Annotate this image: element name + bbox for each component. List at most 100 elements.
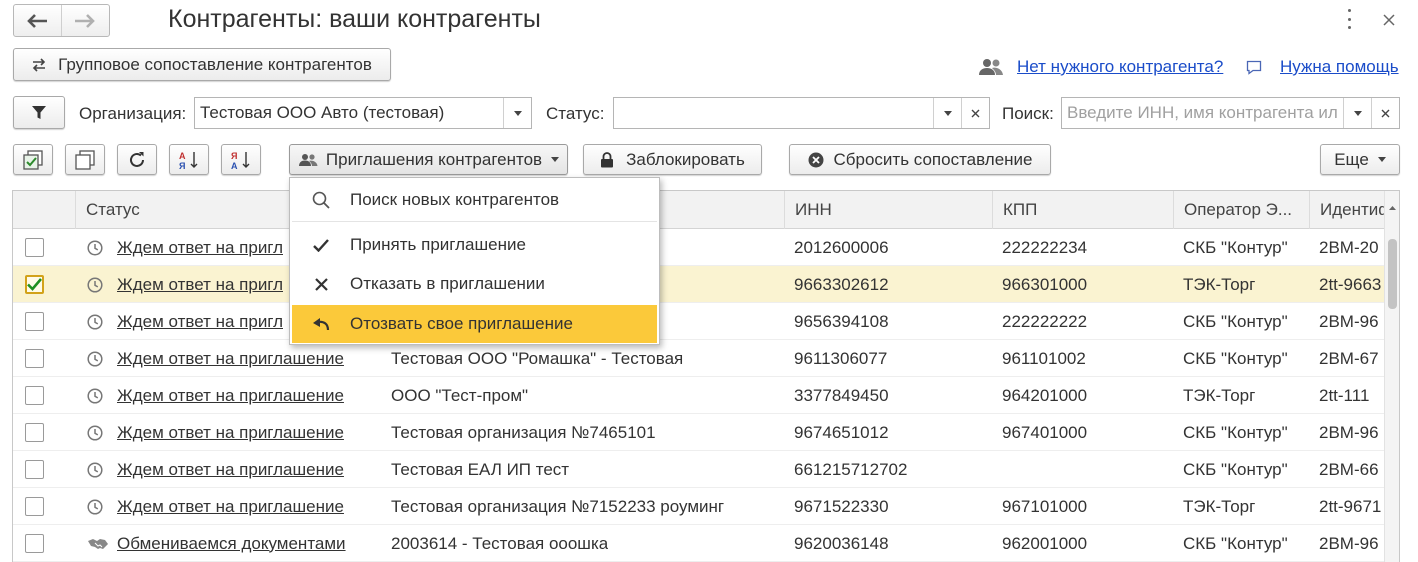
- status-link[interactable]: Ждем ответ на пригл: [117, 229, 283, 266]
- scrollbar-thumb[interactable]: [1388, 239, 1397, 309]
- chevron-down-icon: [943, 110, 952, 116]
- check-all-button[interactable]: [13, 144, 53, 175]
- row-checkbox[interactable]: [25, 238, 44, 257]
- org-select[interactable]: Тестовая ООО Авто (тестовая): [194, 97, 532, 129]
- arrow-left-icon: [27, 13, 48, 28]
- column-header-kpp[interactable]: КПП: [992, 191, 1173, 229]
- org-value: Тестовая ООО Авто (тестовая): [200, 103, 445, 122]
- table-row[interactable]: Ждем ответ на приглашение ООО "Тест-пром"…: [13, 377, 1385, 414]
- row-checkbox-cell: [25, 414, 44, 451]
- row-checkbox[interactable]: [25, 275, 44, 294]
- svg-text:A: A: [231, 161, 238, 170]
- menu-item-accept[interactable]: Принять приглашение: [292, 226, 657, 264]
- table-row[interactable]: Ждем ответ на пригл 9656394108 222222222 СК…: [13, 303, 1385, 340]
- menu-item-decline[interactable]: Отказать в приглашении: [292, 265, 657, 303]
- status-link[interactable]: Ждем ответ на приглашение: [117, 340, 344, 377]
- chevron-down-icon: [1377, 157, 1386, 162]
- reset-match-button[interactable]: Сбросить сопоставление: [789, 144, 1051, 175]
- table-row[interactable]: Ждем ответ на приглфилиал201260000622222…: [13, 229, 1385, 266]
- filter-button[interactable]: [13, 96, 65, 129]
- more-button[interactable]: Еще: [1320, 144, 1400, 175]
- status-link[interactable]: Ждем ответ на приглашение: [117, 414, 344, 451]
- clock-icon: [87, 414, 103, 451]
- menu-item-search-new[interactable]: Поиск новых контрагентов: [292, 181, 657, 219]
- svg-text:Я: Я: [179, 161, 185, 170]
- status-link[interactable]: Обмениваемся документами: [117, 525, 346, 562]
- sort-asc-button[interactable]: AЯ: [169, 144, 209, 175]
- column-header-inn[interactable]: ИНН: [784, 191, 992, 229]
- table-row[interactable]: Ждем ответ на приглашение Тестовая ООО "Р…: [13, 340, 1385, 377]
- vertical-scrollbar[interactable]: [1384, 191, 1399, 562]
- no-counterparty-link[interactable]: Нет нужного контрагента?: [1017, 57, 1223, 77]
- counterparty-name: Тестовая организация №7152233 роуминг: [391, 496, 725, 516]
- checkmark-icon: [27, 278, 42, 291]
- row-checkbox[interactable]: [25, 423, 44, 442]
- row-checkbox[interactable]: [25, 312, 44, 331]
- org-dropdown-button[interactable]: [503, 98, 531, 128]
- cell-operator: ТЭК-Торг: [1183, 385, 1256, 405]
- row-checkbox[interactable]: [25, 349, 44, 368]
- row-checkbox[interactable]: [25, 386, 44, 405]
- cell-inn: 9671522330: [794, 496, 889, 516]
- cell-operator: ТЭК-Торг: [1183, 496, 1256, 516]
- search-clear-button[interactable]: [1371, 98, 1399, 128]
- cell-inn: 661215712702: [794, 459, 908, 479]
- back-button[interactable]: [14, 5, 62, 36]
- forward-button[interactable]: [62, 5, 110, 36]
- check-all-icon: [23, 149, 43, 170]
- cell-inn: 2012600006: [794, 237, 889, 257]
- invitations-button[interactable]: Приглашения контрагентов: [289, 144, 568, 175]
- menu-item-revoke[interactable]: Отозвать свое приглашение: [292, 305, 657, 343]
- status-link[interactable]: Ждем ответ на приглашение: [117, 377, 344, 414]
- status-link[interactable]: Ждем ответ на пригл: [117, 303, 283, 340]
- sort-asc-icon: AЯ: [179, 151, 198, 170]
- status-clear-button[interactable]: [961, 98, 989, 128]
- table-row[interactable]: Ждем ответ на приглашение Тестовая органи…: [13, 488, 1385, 525]
- cell-inn: 9611306077: [794, 348, 888, 368]
- block-button[interactable]: Заблокировать: [583, 144, 762, 175]
- search-input[interactable]: Введите ИНН, имя контрагента или...: [1061, 97, 1400, 129]
- table-header: Статус ИНН КПП Оператор Э... Идентиф: [13, 191, 1385, 229]
- column-header-operator[interactable]: Оператор Э...: [1173, 191, 1309, 229]
- cell-inn: 9674651012: [794, 422, 889, 442]
- status-dropdown-button[interactable]: [933, 98, 961, 128]
- table-row[interactable]: Ждем ответ на приглашение Тестовая ЕАЛ ИП…: [13, 451, 1385, 488]
- group-match-button[interactable]: Групповое сопоставление контрагентов: [13, 48, 391, 81]
- cell-kpp: 962001000: [1002, 533, 1088, 553]
- uncheck-all-button[interactable]: [65, 144, 105, 175]
- row-checkbox[interactable]: [25, 534, 44, 553]
- scroll-up-icon[interactable]: [1385, 201, 1400, 215]
- clock-icon: [87, 451, 103, 488]
- sort-desc-button[interactable]: ЯA: [221, 144, 261, 175]
- column-header-identifier[interactable]: Идентиф: [1309, 191, 1385, 229]
- column-header-checkbox[interactable]: [13, 191, 75, 229]
- cell-kpp: 967401000: [1002, 422, 1088, 442]
- search-icon: [292, 191, 350, 209]
- counterparty-name: 2003614 - Тестовая ооошка: [391, 533, 609, 553]
- close-window-icon[interactable]: [1383, 11, 1395, 31]
- row-checkbox-cell: [25, 303, 44, 340]
- clock-icon: [87, 340, 103, 377]
- help-link[interactable]: Нужна помощь: [1280, 57, 1399, 77]
- status-select[interactable]: [613, 97, 990, 129]
- cell-operator: СКБ "Контур": [1183, 459, 1288, 479]
- cell-operator: СКБ "Контур": [1183, 237, 1288, 257]
- refresh-button[interactable]: [117, 144, 157, 175]
- search-dropdown-button[interactable]: [1343, 98, 1371, 128]
- status-link[interactable]: Ждем ответ на приглашение: [117, 488, 344, 525]
- lock-icon: [601, 151, 614, 167]
- row-checkbox[interactable]: [25, 460, 44, 479]
- table-row[interactable]: Ждем ответ на приглашение Тестовая органи…: [13, 414, 1385, 451]
- close-icon: [1381, 109, 1390, 117]
- sort-desc-icon: ЯA: [231, 151, 250, 170]
- table-row[interactable]: Обмениваемся документами 2003614 - Тестов…: [13, 525, 1385, 562]
- cell-operator: СКБ "Контур": [1183, 422, 1288, 442]
- status-link[interactable]: Ждем ответ на пригл: [117, 266, 283, 303]
- svg-text:A: A: [179, 151, 186, 161]
- counterparty-name: Тестовая ЕАЛ ИП тест: [391, 459, 570, 479]
- more-vert-icon[interactable]: [1344, 9, 1354, 29]
- status-link[interactable]: Ждем ответ на приглашение: [117, 451, 344, 488]
- row-checkbox[interactable]: [25, 497, 44, 516]
- table-row[interactable]: Ждем ответ на пригл 9663302612 966301000 ТЭ…: [13, 266, 1385, 303]
- clock-icon: [87, 377, 103, 414]
